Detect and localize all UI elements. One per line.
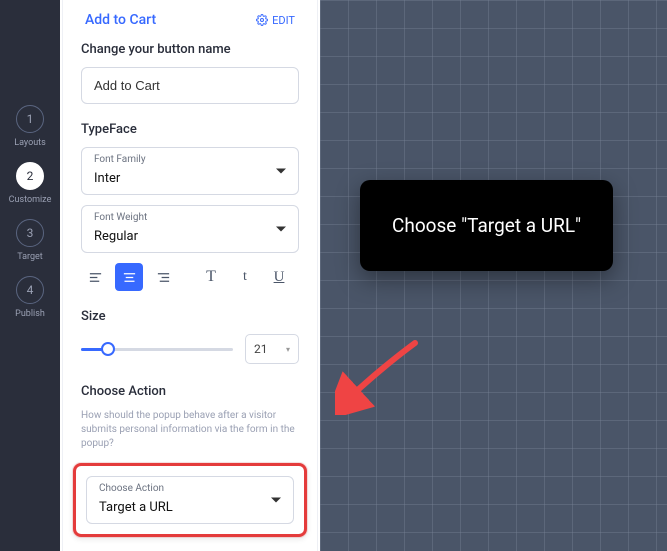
rail-step-layouts[interactable]: 1 Layouts bbox=[14, 105, 46, 148]
rail-step-label: Layouts bbox=[14, 138, 46, 148]
lowercase-icon: t bbox=[243, 269, 247, 285]
size-label: Size bbox=[81, 309, 299, 324]
underline-button[interactable]: U bbox=[265, 263, 293, 291]
size-slider[interactable] bbox=[81, 339, 233, 359]
size-input[interactable]: 21 ▾ bbox=[245, 334, 299, 364]
change-name-label: Change your button name bbox=[81, 42, 299, 57]
chevron-down-icon: ▾ bbox=[286, 345, 290, 354]
rail-step-customize[interactable]: 2 Customize bbox=[9, 162, 52, 205]
align-right-icon bbox=[156, 270, 171, 285]
instruction-tooltip: Choose "Target a URL" bbox=[360, 180, 613, 271]
select-value: Target a URL bbox=[99, 500, 173, 515]
rail-step-label: Target bbox=[17, 252, 43, 262]
chevron-down-icon bbox=[271, 498, 281, 503]
rail-step-label: Customize bbox=[9, 195, 52, 205]
slider-thumb[interactable] bbox=[101, 342, 115, 356]
select-mini-label: Font Weight bbox=[94, 212, 286, 223]
align-left-icon bbox=[88, 270, 103, 285]
step-rail: 1 Layouts 2 Customize 3 Target 4 Publish bbox=[0, 0, 60, 551]
edit-label: EDIT bbox=[272, 14, 295, 27]
rail-step-number: 1 bbox=[16, 105, 44, 133]
rail-step-number: 3 bbox=[16, 219, 44, 247]
edit-button[interactable]: EDIT bbox=[256, 14, 295, 27]
select-mini-label: Choose Action bbox=[99, 483, 281, 494]
typeface-label: TypeFace bbox=[81, 122, 299, 137]
select-mini-label: Font Family bbox=[94, 154, 286, 165]
align-center-button[interactable] bbox=[115, 263, 143, 291]
rail-step-target[interactable]: 3 Target bbox=[16, 219, 44, 262]
choose-action-label: Choose Action bbox=[81, 384, 299, 399]
select-value: Regular bbox=[94, 229, 138, 244]
chevron-down-icon bbox=[276, 169, 286, 174]
align-right-button[interactable] bbox=[149, 263, 177, 291]
choose-action-help: How should the popup behave after a visi… bbox=[81, 409, 299, 451]
canvas-grid bbox=[320, 0, 667, 551]
text-format-toolbar: T t U bbox=[81, 263, 299, 291]
rail-step-number: 2 bbox=[16, 162, 44, 190]
font-family-select[interactable]: Font Family Inter bbox=[81, 147, 299, 195]
customize-panel: Add to Cart EDIT Change your button name… bbox=[60, 0, 320, 551]
rail-step-label: Publish bbox=[15, 309, 45, 319]
gear-icon bbox=[256, 14, 268, 26]
panel-header: Add to Cart EDIT bbox=[81, 0, 299, 42]
chevron-down-icon bbox=[276, 227, 286, 232]
underline-icon: U bbox=[274, 269, 285, 286]
size-row: 21 ▾ bbox=[81, 334, 299, 364]
panel-title: Add to Cart bbox=[85, 12, 156, 28]
rail-step-publish[interactable]: 4 Publish bbox=[15, 276, 45, 319]
rail-step-number: 4 bbox=[16, 276, 44, 304]
highlight-annotation: Choose Action Target a URL bbox=[73, 463, 307, 537]
align-center-icon bbox=[122, 270, 137, 285]
align-left-button[interactable] bbox=[81, 263, 109, 291]
size-value: 21 bbox=[254, 342, 268, 356]
select-value: Inter bbox=[94, 171, 120, 186]
choose-action-select[interactable]: Choose Action Target a URL bbox=[86, 476, 294, 524]
uppercase-icon: T bbox=[206, 268, 216, 286]
lowercase-button[interactable]: t bbox=[231, 263, 259, 291]
uppercase-button[interactable]: T bbox=[197, 263, 225, 291]
button-name-input[interactable] bbox=[81, 67, 299, 104]
font-weight-select[interactable]: Font Weight Regular bbox=[81, 205, 299, 253]
